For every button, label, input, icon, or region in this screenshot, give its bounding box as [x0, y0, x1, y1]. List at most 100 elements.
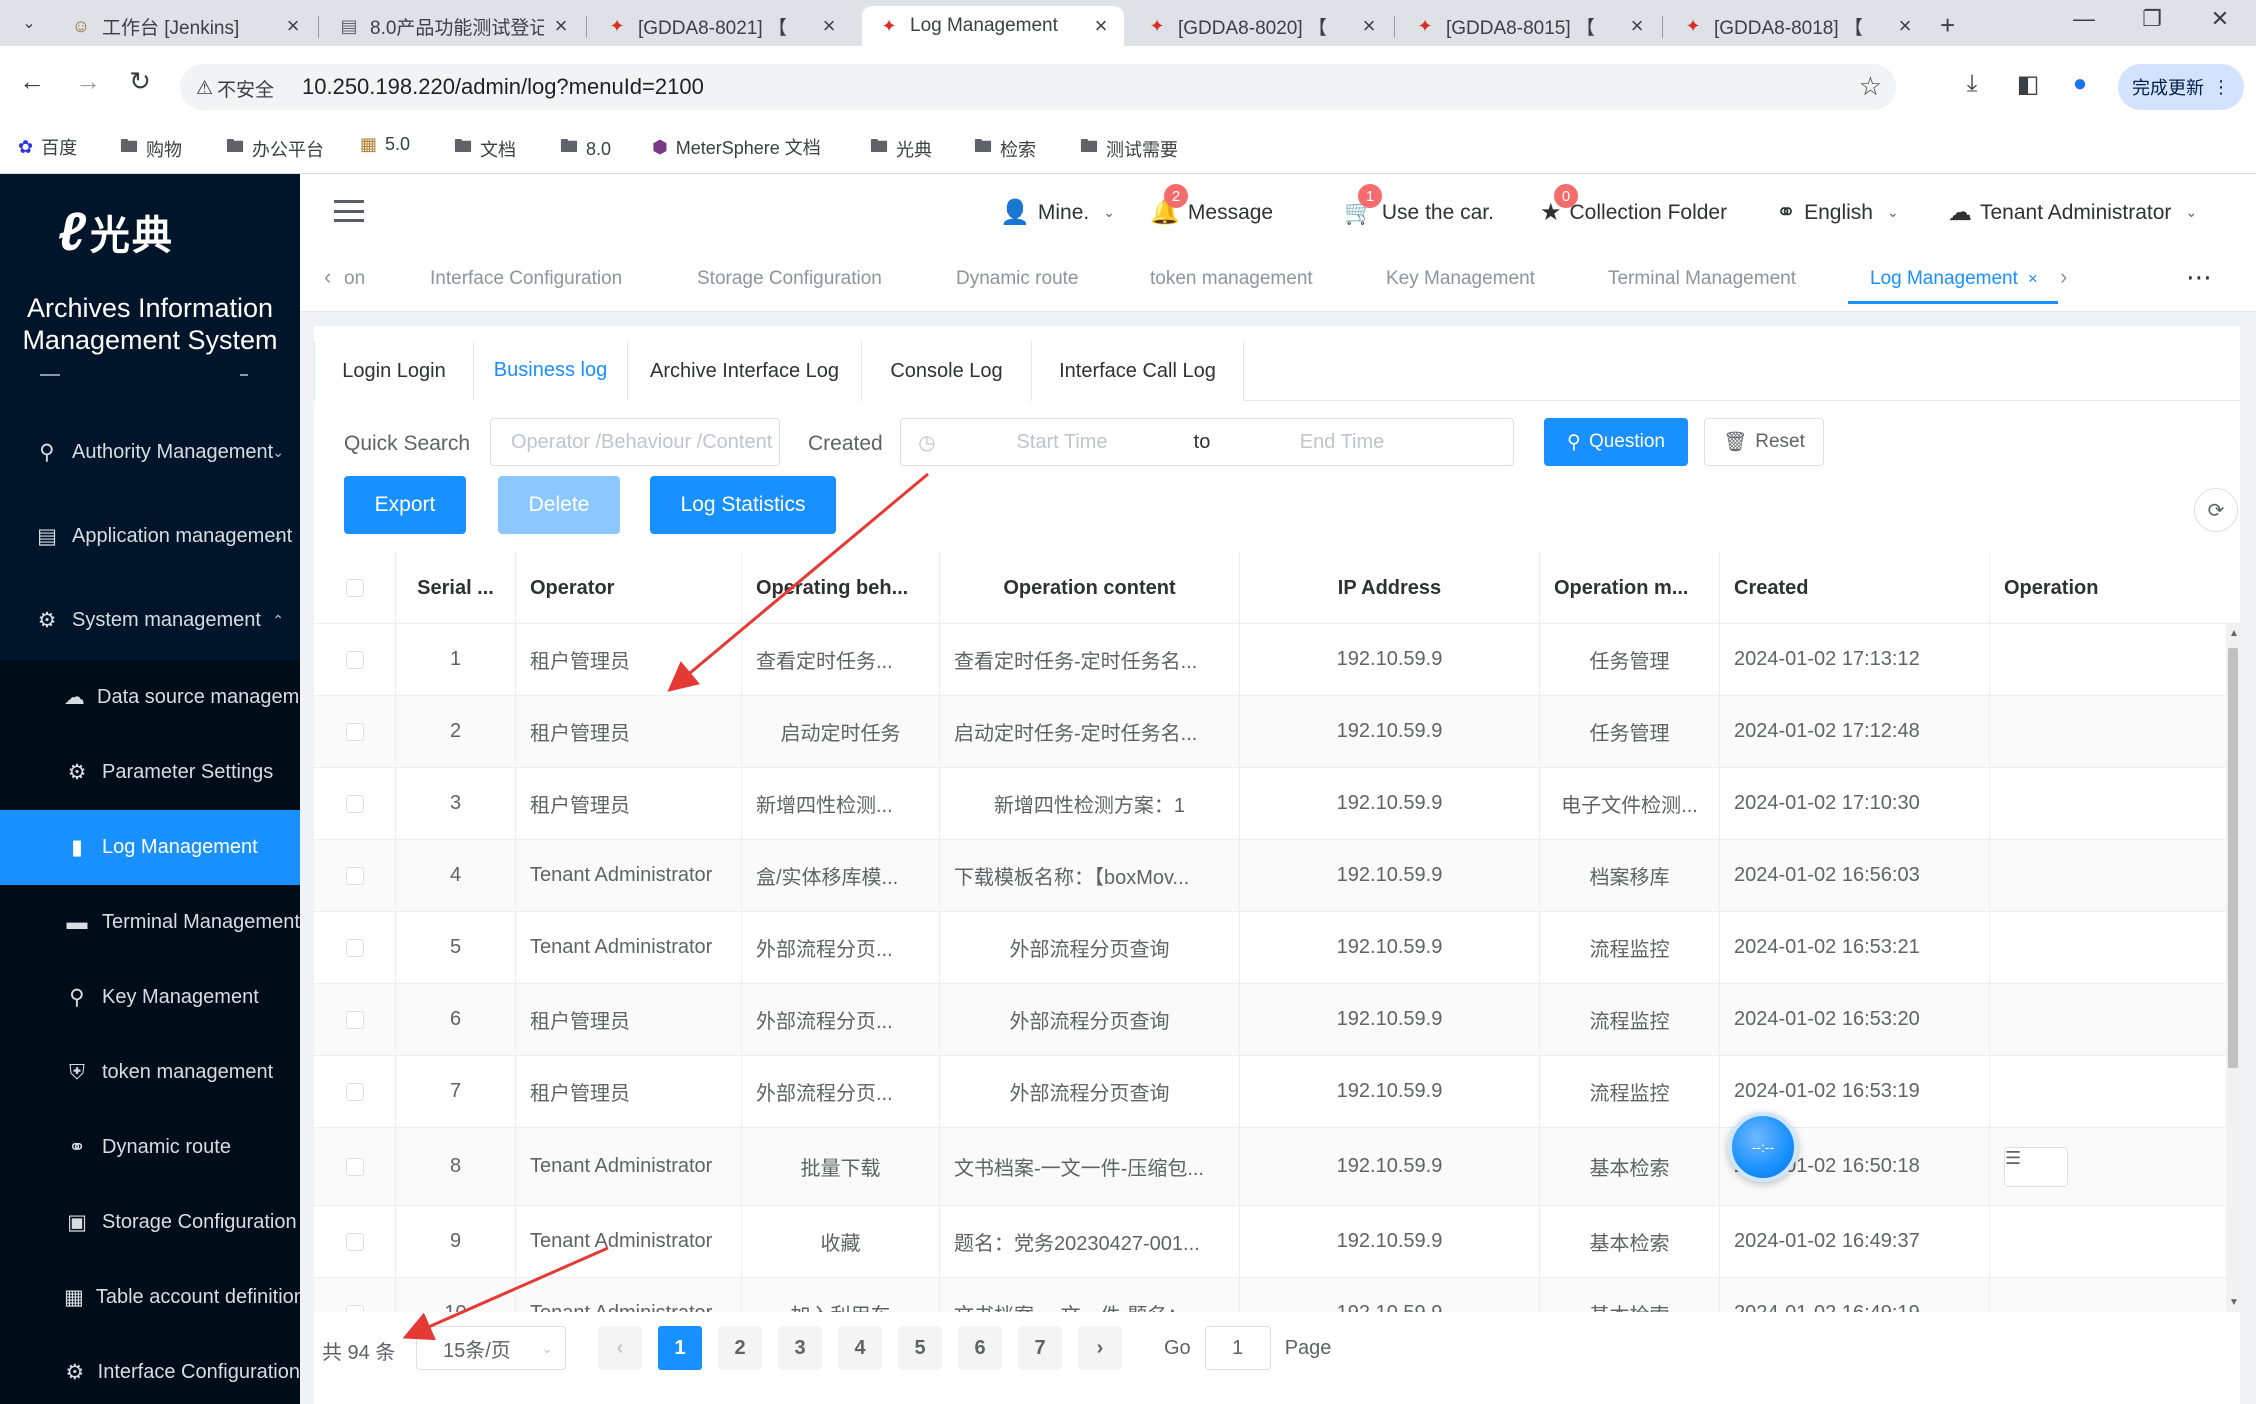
tab-terminal-management[interactable]: Terminal Management — [1608, 268, 1796, 290]
tab-partial[interactable]: on — [344, 268, 365, 290]
side-panel-icon[interactable]: ◧ — [2010, 70, 2046, 99]
page-6[interactable]: 6 — [958, 1326, 1002, 1370]
menu-interface-configuration[interactable]: ⚙ Interface Configuration — [0, 1335, 300, 1404]
menu-key-management[interactable]: ⚲ Key Management — [0, 960, 300, 1035]
export-button[interactable]: Export — [344, 476, 466, 534]
close-tab-icon[interactable]: × — [550, 13, 572, 39]
table-row[interactable]: 2 租户管理员 启动定时任务 启动定时任务-定时任务名... 192.10.59… — [314, 696, 2226, 768]
header-use-car[interactable]: 🛒 1 Use the car. — [1344, 184, 1494, 227]
close-window-icon[interactable]: ✕ — [2200, 6, 2240, 32]
column-operation-module[interactable]: Operation m... — [1540, 552, 1720, 624]
row-checkbox[interactable] — [345, 1304, 364, 1312]
tab-business-log[interactable]: Business log — [474, 341, 628, 401]
bookmark-guangdian[interactable]: 🖿 光典 — [870, 134, 932, 164]
menu-data-source-management[interactable]: ☁ Data source management — [0, 660, 300, 735]
bookmark-office[interactable]: 🖿 办公平台 — [226, 134, 324, 164]
menu-storage-configuration[interactable]: ▣ Storage Configuration — [0, 1185, 300, 1260]
bookmark-shopping[interactable]: 🖿 购物 — [120, 134, 182, 164]
tab-archive-interface-log[interactable]: Archive Interface Log — [628, 341, 862, 401]
browser-tab-jenkins[interactable]: ☺ 工作台 [Jenkins] × — [54, 6, 316, 46]
hamburger-menu-icon[interactable] — [334, 200, 364, 222]
profile-avatar-icon[interactable]: ● — [2062, 70, 2098, 98]
more-horizontal-icon[interactable]: ⋯ — [2186, 262, 2212, 293]
tab-search-chevron-icon[interactable]: ⌄ — [14, 9, 44, 37]
menu-token-management[interactable]: ⛨ token management — [0, 1035, 300, 1110]
page-3[interactable]: 3 — [778, 1326, 822, 1370]
column-serial[interactable]: Serial ... — [396, 552, 516, 624]
close-tab-icon[interactable]: × — [282, 13, 304, 39]
reset-button[interactable]: 🗑 Reset — [1704, 418, 1824, 466]
row-settings-button[interactable]: ☰ — [2004, 1146, 2068, 1187]
header-collection-folder[interactable]: ★ 0 Collection Folder — [1540, 184, 1727, 227]
menu-parameter-settings[interactable]: ⚙ Parameter Settings — [0, 735, 300, 810]
minimize-window-icon[interactable]: — — [2064, 6, 2104, 32]
close-tab-icon[interactable]: × — [2028, 269, 2038, 288]
table-row[interactable]: 1 租户管理员 查看定时任务... 查看定时任务-定时任务名... 192.10… — [314, 624, 2226, 696]
start-time-input[interactable]: Start Time — [947, 431, 1177, 454]
column-behaviour[interactable]: Operating beh... — [742, 552, 940, 624]
update-button[interactable]: 完成更新 ⋮ — [2118, 64, 2244, 110]
menu-table-account-definition[interactable]: ▦ Table account definition — [0, 1260, 300, 1335]
tab-interface-configuration[interactable]: Interface Configuration — [430, 268, 622, 290]
table-row[interactable]: 7 租户管理员 外部流程分页... 外部流程分页查询 192.10.59.9 流… — [314, 1056, 2226, 1128]
page-4[interactable]: 4 — [838, 1326, 882, 1370]
menu-terminal-management[interactable]: ▬ Terminal Management — [0, 885, 300, 960]
question-button[interactable]: ⚲ Question — [1544, 418, 1688, 466]
tab-storage-configuration[interactable]: Storage Configuration — [697, 268, 882, 290]
address-bar[interactable]: ⚠ 不安全 10.250.198.220/admin/log?menuId=21… — [180, 64, 1896, 110]
tab-console-log[interactable]: Console Log — [862, 341, 1032, 401]
tabs-scroll-right-icon[interactable]: › — [2060, 264, 2067, 290]
column-content[interactable]: Operation content — [940, 552, 1240, 624]
close-tab-icon[interactable]: × — [1894, 13, 1916, 39]
security-indicator[interactable]: ⚠ 不安全 — [196, 75, 274, 102]
browser-tab-gdda8-8015[interactable]: ✦ [GDDA8-8015] 【 × — [1398, 6, 1660, 46]
bookmark-5-0[interactable]: ▦ 5.0 — [360, 134, 410, 155]
select-all-checkbox[interactable] — [345, 579, 364, 597]
download-icon[interactable]: ⤓ — [1954, 70, 1990, 98]
browser-tab-log-management[interactable]: ✦ Log Management × — [862, 6, 1124, 46]
row-checkbox[interactable] — [345, 1010, 364, 1029]
prev-page-button[interactable]: ‹ — [598, 1326, 642, 1370]
row-checkbox[interactable] — [345, 866, 364, 885]
header-language[interactable]: ⚭ English ⌄ — [1776, 198, 1899, 227]
tab-token-management[interactable]: token management — [1150, 268, 1313, 290]
tab-key-management[interactable]: Key Management — [1386, 268, 1535, 290]
row-checkbox[interactable] — [345, 722, 364, 741]
menu-log-management[interactable]: ▮ Log Management — [0, 810, 300, 885]
scroll-up-arrow-icon[interactable]: ▲ — [2229, 628, 2239, 639]
tabs-scroll-left-icon[interactable]: ‹ — [324, 264, 331, 290]
tab-login-log[interactable]: Login Login — [314, 341, 474, 401]
table-scrollbar[interactable]: ▲ ▼ — [2226, 624, 2240, 1312]
next-page-button[interactable]: › — [1078, 1326, 1122, 1370]
row-checkbox[interactable] — [345, 1082, 364, 1101]
menu-application-management[interactable]: ▤ Application management ⌄ — [0, 498, 300, 574]
browser-tab-gdda8-8018[interactable]: ✦ [GDDA8-8018] 【 × — [1666, 6, 1928, 46]
table-row[interactable]: 6 租户管理员 外部流程分页... 外部流程分页查询 192.10.59.9 流… — [314, 984, 2226, 1056]
back-arrow-icon[interactable]: ← — [14, 66, 50, 97]
header-user[interactable]: ☁ Tenant Administrator ⌄ — [1948, 198, 2197, 227]
delete-button[interactable]: Delete — [498, 476, 620, 534]
browser-tab-test-register[interactable]: ▤ 8.0产品功能测试登记 × — [322, 6, 584, 46]
table-row[interactable]: 9 Tenant Administrator 收藏 题名：党务20230427-… — [314, 1206, 2226, 1278]
row-checkbox[interactable] — [345, 650, 364, 669]
url-text[interactable]: 10.250.198.220/admin/log?menuId=2100 — [302, 74, 704, 100]
refresh-icon[interactable]: ⟳ — [2194, 488, 2238, 532]
bookmark-test-needs[interactable]: 🖿 测试需要 — [1080, 134, 1178, 164]
tab-interface-call-log[interactable]: Interface Call Log — [1032, 341, 1244, 401]
column-ip-address[interactable]: IP Address — [1240, 552, 1540, 624]
bookmark-star-icon[interactable]: ☆ — [1859, 71, 1882, 102]
new-tab-plus-icon[interactable]: + — [1940, 10, 1955, 41]
bookmark-metersphere[interactable]: ⬢ MeterSphere 文档 — [652, 134, 821, 160]
page-1[interactable]: 1 — [658, 1326, 702, 1370]
browser-tab-gdda8-8021[interactable]: ✦ [GDDA8-8021] 【 × — [590, 6, 852, 46]
row-checkbox[interactable] — [345, 938, 364, 957]
tab-log-management[interactable]: Log Management × — [1848, 268, 2058, 304]
close-tab-icon[interactable]: × — [1358, 13, 1380, 39]
bookmark-8-0[interactable]: 🖿 8.0 — [560, 134, 611, 164]
page-5[interactable]: 5 — [898, 1326, 942, 1370]
row-checkbox[interactable] — [345, 1232, 364, 1251]
browser-tab-gdda8-8020[interactable]: ✦ [GDDA8-8020] 【 × — [1130, 6, 1392, 46]
reload-icon[interactable]: ↻ — [122, 66, 158, 97]
column-operator[interactable]: Operator — [516, 552, 742, 624]
quick-search-input[interactable]: Operator /Behaviour /Content — [490, 418, 780, 466]
